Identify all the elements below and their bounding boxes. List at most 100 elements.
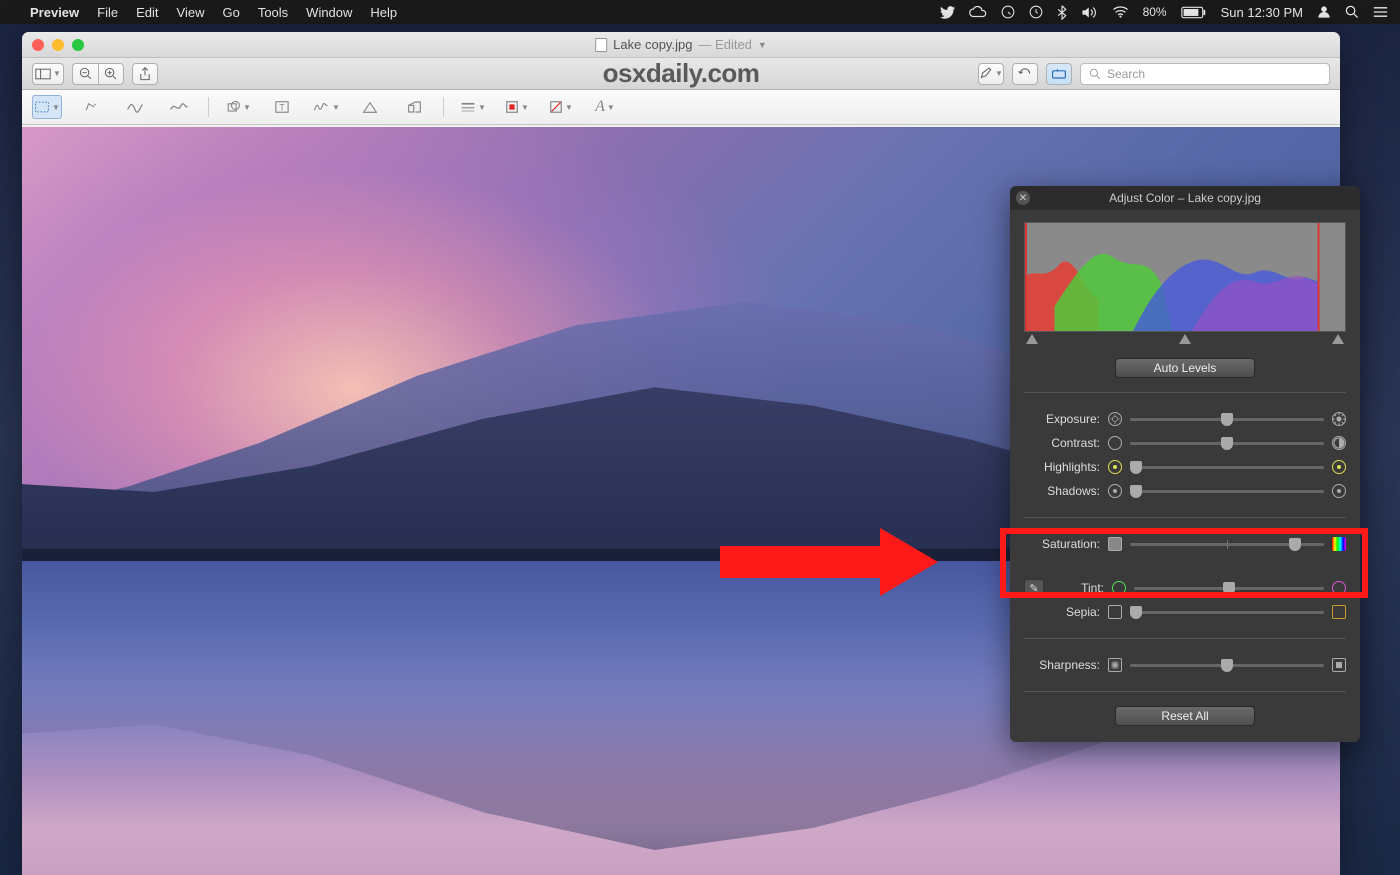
notification-center-icon[interactable]	[1373, 6, 1388, 18]
saturation-low-icon	[1108, 537, 1122, 551]
view-menu[interactable]: View	[177, 5, 205, 20]
panel-titlebar[interactable]: ✕ Adjust Color – Lake copy.jpg	[1010, 186, 1360, 210]
sharpness-low-icon	[1108, 658, 1122, 672]
cloud-menu-icon[interactable]	[969, 6, 987, 18]
zoom-in-button[interactable]	[98, 63, 124, 85]
highlights-low-icon	[1108, 460, 1122, 474]
tint-slider[interactable]	[1134, 587, 1324, 590]
timemachine-menu-icon[interactable]	[1029, 5, 1043, 19]
sepia-label: Sepia:	[1024, 605, 1100, 619]
watermark-text: osxdaily.com	[603, 58, 760, 89]
sharpness-high-icon	[1332, 658, 1346, 672]
zoom-out-button[interactable]	[72, 63, 98, 85]
reset-all-button[interactable]: Reset All	[1115, 706, 1255, 726]
edit-menu[interactable]: Edit	[136, 5, 158, 20]
tint-eyedropper-button[interactable]: ✎	[1024, 579, 1044, 597]
shadows-low-icon	[1108, 484, 1122, 498]
window-titlebar[interactable]: Lake copy.jpg — Edited ▼	[22, 32, 1340, 58]
black-point-handle[interactable]	[1026, 334, 1038, 344]
window-menu[interactable]: Window	[306, 5, 352, 20]
white-point-handle[interactable]	[1332, 334, 1344, 344]
exposure-low-icon	[1108, 412, 1122, 426]
backup-menu-icon[interactable]	[1001, 5, 1015, 19]
highlights-slider[interactable]	[1130, 466, 1324, 469]
sign-button[interactable]: ▼	[311, 95, 341, 119]
contrast-slider-row: Contrast:	[1024, 431, 1346, 455]
shapes-button[interactable]: ▼	[223, 95, 253, 119]
contrast-label: Contrast:	[1024, 436, 1100, 450]
annotation-arrow	[720, 528, 990, 596]
minimize-window-button[interactable]	[52, 39, 64, 51]
close-window-button[interactable]	[32, 39, 44, 51]
sidebar-view-button[interactable]: ▼	[32, 63, 64, 85]
fill-color-button[interactable]: ▼	[546, 95, 576, 119]
saturation-slider-row: Saturation:	[1024, 532, 1346, 556]
sepia-high-icon	[1332, 605, 1346, 619]
mid-point-handle[interactable]	[1179, 334, 1191, 344]
highlights-slider-row: Highlights:	[1024, 455, 1346, 479]
go-menu[interactable]: Go	[222, 5, 239, 20]
bluetooth-menu-icon[interactable]	[1057, 5, 1067, 20]
twitter-menu-icon[interactable]	[940, 6, 955, 19]
auto-levels-button[interactable]: Auto Levels	[1115, 358, 1255, 378]
adjust-size-button[interactable]	[399, 95, 429, 119]
file-menu[interactable]: File	[97, 5, 118, 20]
sharpness-slider[interactable]	[1130, 664, 1324, 667]
exposure-high-icon	[1332, 412, 1346, 426]
sepia-slider[interactable]	[1130, 611, 1324, 614]
markup-toolbar: ▼ ▼ T ▼ ▼ ▼ ▼ A▼	[22, 90, 1340, 125]
zoom-window-button[interactable]	[72, 39, 84, 51]
saturation-high-icon	[1332, 537, 1346, 551]
sketch-button[interactable]	[120, 95, 150, 119]
clock[interactable]: Sun 12:30 PM	[1221, 5, 1303, 20]
contrast-low-icon	[1108, 436, 1122, 450]
rotate-button[interactable]	[1012, 63, 1038, 85]
share-button[interactable]	[132, 63, 158, 85]
saturation-slider[interactable]	[1130, 543, 1324, 546]
highlights-label: Highlights:	[1024, 460, 1100, 474]
spotlight-menu-icon[interactable]	[1345, 5, 1359, 19]
tint-slider-row: ✎ Tint:	[1024, 576, 1346, 600]
exposure-slider[interactable]	[1130, 418, 1324, 421]
shadows-slider-row: Shadows:	[1024, 479, 1346, 503]
window-filename: Lake copy.jpg	[613, 37, 692, 52]
draw-button[interactable]	[164, 95, 194, 119]
histogram[interactable]	[1024, 222, 1346, 332]
sepia-low-icon	[1108, 605, 1122, 619]
highlight-button[interactable]: ▼	[978, 63, 1004, 85]
sepia-slider-row: Sepia:	[1024, 600, 1346, 624]
search-input[interactable]: Search	[1080, 63, 1330, 85]
tint-label: Tint:	[1056, 581, 1104, 595]
border-color-button[interactable]: ▼	[502, 95, 532, 119]
shadows-slider[interactable]	[1130, 490, 1324, 493]
text-style-button[interactable]: A▼	[590, 95, 620, 119]
line-style-button[interactable]: ▼	[458, 95, 488, 119]
help-menu[interactable]: Help	[370, 5, 397, 20]
markup-button[interactable]	[1046, 63, 1072, 85]
wifi-menu-icon[interactable]	[1112, 6, 1129, 18]
instant-alpha-button[interactable]	[76, 95, 106, 119]
adjust-color-button[interactable]	[355, 95, 385, 119]
tools-menu[interactable]: Tools	[258, 5, 288, 20]
panel-close-button[interactable]: ✕	[1016, 191, 1030, 205]
text-button[interactable]: T	[267, 95, 297, 119]
macos-menubar: Preview File Edit View Go Tools Window H…	[0, 0, 1400, 24]
highlights-high-icon	[1332, 460, 1346, 474]
chevron-down-icon: ▼	[758, 40, 767, 50]
battery-menu-icon[interactable]	[1181, 6, 1207, 19]
search-placeholder: Search	[1107, 67, 1145, 81]
svg-text:T: T	[279, 103, 285, 113]
document-icon	[595, 38, 607, 52]
contrast-high-icon	[1332, 436, 1346, 450]
app-menu[interactable]: Preview	[30, 5, 79, 20]
sharpness-slider-row: Sharpness:	[1024, 653, 1346, 677]
contrast-slider[interactable]	[1130, 442, 1324, 445]
window-title[interactable]: Lake copy.jpg — Edited ▼	[595, 37, 767, 52]
saturation-label: Saturation:	[1024, 537, 1100, 551]
tint-magenta-icon	[1332, 581, 1346, 595]
tint-green-icon	[1112, 581, 1126, 595]
user-menu-icon[interactable]	[1317, 5, 1331, 19]
selection-tool-button[interactable]: ▼	[32, 95, 62, 119]
volume-menu-icon[interactable]	[1081, 6, 1098, 19]
exposure-label: Exposure:	[1024, 412, 1100, 426]
